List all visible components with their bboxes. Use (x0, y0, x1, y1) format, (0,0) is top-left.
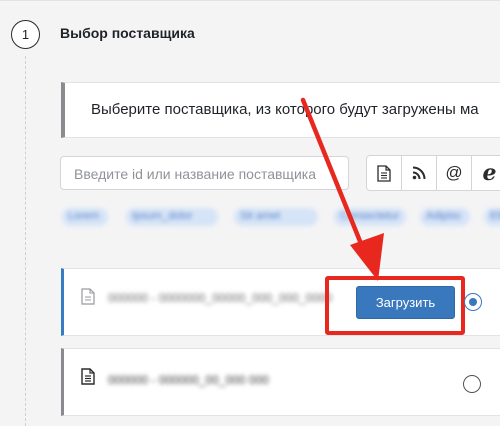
tag-chip[interactable]: Ipsum_dolor (126, 208, 218, 226)
supplier-name: 000000 - 0000000_00000_000_000_0000 (108, 291, 333, 305)
step-rail (25, 56, 26, 426)
highlight-box (325, 276, 465, 335)
at-icon: @ (445, 163, 463, 182)
rss-filter-button[interactable] (401, 155, 437, 191)
document-filter-button[interactable] (366, 155, 402, 191)
search-placeholder: Введите id или название поставщика (74, 166, 316, 182)
source-filter-group: @ e (366, 155, 500, 191)
supplier-radio[interactable] (463, 375, 481, 393)
supplier-card[interactable]: 000000 - 000000_00_000 000 (61, 348, 500, 416)
step-title: Выбор поставщика (60, 25, 195, 41)
document-icon (377, 164, 391, 182)
supplier-radio-selected[interactable] (464, 293, 482, 311)
file-icon (81, 368, 95, 385)
step-number: 1 (11, 20, 40, 49)
top-divider (0, 0, 500, 1)
tag-chip[interactable]: Lorem (62, 208, 108, 226)
rss-icon (412, 166, 426, 180)
browser-e-icon: e (482, 160, 497, 186)
email-filter-button[interactable]: @ (436, 155, 472, 191)
file-icon (81, 288, 95, 305)
tag-chip[interactable]: Elit (484, 208, 500, 226)
tag-chip[interactable]: Sit amet (234, 208, 318, 226)
info-text: Выберите поставщика, из которого будут з… (91, 101, 479, 118)
info-banner: Выберите поставщика, из которого будут з… (61, 82, 500, 138)
supplier-name: 000000 - 000000_00_000 000 (108, 373, 269, 387)
supplier-search-input[interactable]: Введите id или название поставщика (60, 156, 349, 190)
tag-chip[interactable]: Adipisc (420, 208, 470, 226)
web-filter-button[interactable]: e (471, 155, 500, 191)
tag-chip[interactable]: Consectetur (334, 208, 406, 226)
